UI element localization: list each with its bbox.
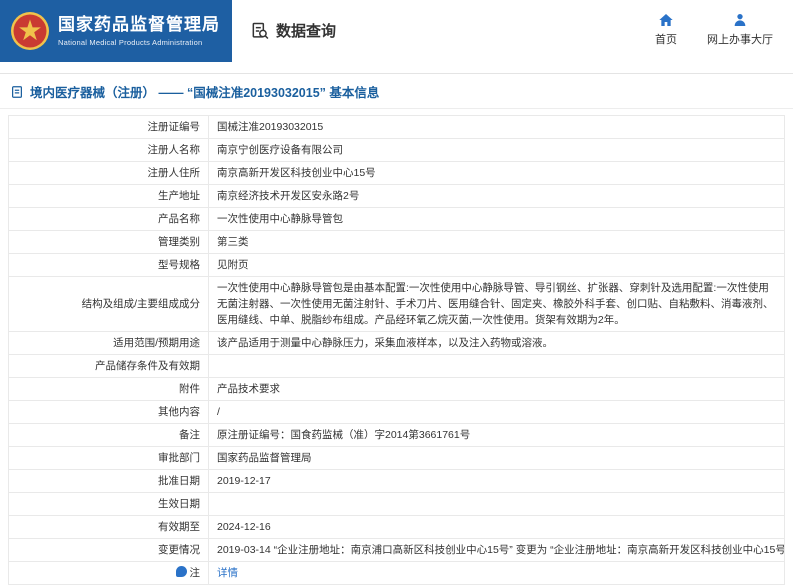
document-search-icon — [252, 22, 269, 39]
table-row: 变更情况 2019-03-14 “企业注册地址：南京浦口高新区科技创业中心15号”… — [8, 538, 785, 562]
row-value: 国械注准20193032015 — [208, 115, 785, 139]
info-table: 注册证编号 国械注准20193032015 注册人名称 南京宁创医疗设备有限公司 注册人… — [8, 115, 785, 585]
nmpa-emblem-icon — [11, 12, 49, 50]
top-links: 首页 网上办事大厅 — [655, 12, 773, 47]
info-table-body: 注册证编号 国械注准20193032015 注册人名称 南京宁创医疗设备有限公司 注册人… — [8, 115, 785, 585]
row-value: 南京高新开发区科技创业中心15号 — [208, 161, 785, 185]
table-row: 其他内容 / — [8, 400, 785, 424]
row-label: 适用范围/预期用途 — [8, 331, 209, 355]
note-icon — [175, 566, 187, 577]
table-row: 批准日期 2019-12-17 — [8, 469, 785, 493]
table-row: 附件 产品技术要求 — [8, 377, 785, 401]
table-row: 产品名称 一次性使用中心静脉导管包 — [8, 207, 785, 231]
person-icon — [734, 14, 746, 26]
brand-titles: 国家药品监督管理局 National Medical Products Admi… — [58, 15, 220, 47]
agency-name-en: National Medical Products Administration — [58, 38, 203, 47]
table-row: 适用范围/预期用途 该产品适用于测量中心静脉压力，采集血液样本，以及注入药物或溶液… — [8, 331, 785, 355]
document-icon — [12, 85, 22, 98]
row-label: 其他内容 — [8, 400, 209, 424]
row-value: 南京宁创医疗设备有限公司 — [208, 138, 785, 162]
table-row: 注册人名称 南京宁创医疗设备有限公司 — [8, 138, 785, 162]
row-value: 一次性使用中心静脉导管包 — [208, 207, 785, 231]
table-row: 备注 原注册证编号：国食药监械（准）字2014第3661761号 — [8, 423, 785, 447]
row-value: 原注册证编号：国食药监械（准）字2014第3661761号 — [208, 423, 785, 447]
nav-service-hall-label: 网上办事大厅 — [707, 34, 773, 46]
row-value: 一次性使用中心静脉导管包是由基本配置:一次性使用中心静脉导管、导引钢丝、扩张器、… — [208, 276, 785, 332]
row-value: 2019-12-17 — [208, 469, 785, 493]
nav-data-query-label: 数据查询 — [276, 23, 337, 40]
row-label: 注册人住所 — [8, 161, 209, 185]
table-row: 注册人住所 南京高新开发区科技创业中心15号 — [8, 161, 785, 185]
row-label: 管理类别 — [8, 230, 209, 254]
nav-home-label: 首页 — [655, 34, 677, 46]
row-label: 有效期至 — [8, 515, 209, 539]
row-label: 批准日期 — [8, 469, 209, 493]
table-row: 结构及组成/主要组成成分 一次性使用中心静脉导管包是由基本配置:一次性使用中心静脉… — [8, 276, 785, 332]
nav-service-hall[interactable]: 网上办事大厅 — [707, 12, 773, 47]
table-row: 生效日期 — [8, 492, 785, 516]
page-title: 境内医疗器械（注册） —— “国械注准20193032015” 基本信息 — [30, 86, 380, 100]
row-value: / — [208, 400, 785, 424]
row-value: 国家药品监督管理局 — [208, 446, 785, 470]
table-row: 管理类别 第三类 — [8, 230, 785, 254]
row-label: 结构及组成/主要组成成分 — [8, 276, 209, 332]
nav-home[interactable]: 首页 — [655, 12, 677, 47]
row-label: 产品名称 — [8, 207, 209, 231]
row-label: 生效日期 — [8, 492, 209, 516]
row-value: 2024-12-16 — [208, 515, 785, 539]
row-label: 附件 — [8, 377, 209, 401]
row-label: 型号规格 — [8, 253, 209, 277]
top-header: 国家药品监督管理局 National Medical Products Admi… — [0, 0, 793, 74]
row-value — [208, 354, 785, 378]
nav-data-query[interactable]: 数据查询 — [250, 20, 336, 41]
row-value — [208, 492, 785, 516]
agency-name: 国家药品监督管理局 — [58, 15, 220, 34]
row-label: 生产地址 — [8, 184, 209, 208]
table-row: 型号规格 见附页 — [8, 253, 785, 277]
row-value: 该产品适用于测量中心静脉压力，采集血液样本，以及注入药物或溶液。 — [208, 331, 785, 355]
brand-banner: 国家药品监督管理局 National Medical Products Admi… — [0, 0, 232, 62]
row-label: 注 — [8, 561, 209, 585]
row-value: 2019-03-14 “企业注册地址：南京浦口高新区科技创业中心15号” 变更为… — [208, 538, 785, 562]
row-value: 产品技术要求 — [208, 377, 785, 401]
detail-link[interactable]: 详情 — [217, 567, 238, 579]
table-row: 注详情 — [8, 561, 785, 585]
table-row: 产品储存条件及有效期 — [8, 354, 785, 378]
table-row: 生产地址 南京经济技术开发区安永路2号 — [8, 184, 785, 208]
row-label: 产品储存条件及有效期 — [8, 354, 209, 378]
row-value: 见附页 — [208, 253, 785, 277]
row-label: 备注 — [8, 423, 209, 447]
home-icon — [659, 14, 673, 26]
table-row: 注册证编号 国械注准20193032015 — [8, 115, 785, 139]
row-value: 详情 — [208, 561, 785, 585]
table-row: 审批部门 国家药品监督管理局 — [8, 446, 785, 470]
row-value: 第三类 — [208, 230, 785, 254]
row-label: 审批部门 — [8, 446, 209, 470]
row-label: 注册证编号 — [8, 115, 209, 139]
row-label: 注册人名称 — [8, 138, 209, 162]
row-value: 南京经济技术开发区安永路2号 — [208, 184, 785, 208]
table-row: 有效期至 2024-12-16 — [8, 515, 785, 539]
row-label: 变更情况 — [8, 538, 209, 562]
breadcrumb: 境内医疗器械（注册） —— “国械注准20193032015” 基本信息 — [0, 74, 793, 109]
